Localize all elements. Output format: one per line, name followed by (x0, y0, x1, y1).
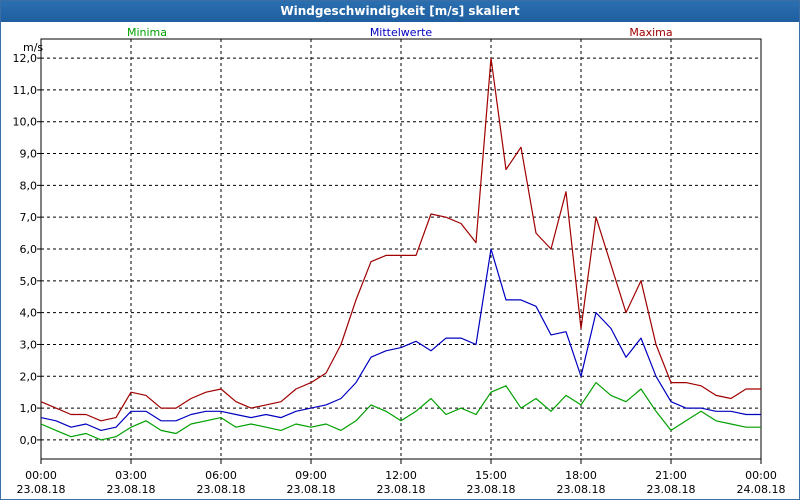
x-tick-label-date: 23.08.18 (287, 483, 336, 496)
y-tick-label: 4,0 (20, 307, 38, 320)
chart-area: 0,0 1,0 2,0 3,0 4,0 5,0 6,0 7,0 8,0 9,0 10,0 11,0 12… (13, 26, 786, 496)
y-tick-label: 9,0 (20, 148, 38, 161)
y-tick-label: 1,0 (20, 402, 38, 415)
x-tick-label-date: 23.08.18 (647, 483, 696, 496)
x-tick-label-time: 15:00 (475, 469, 507, 482)
x-tick-label-date: 23.08.18 (557, 483, 606, 496)
x-tick-label-time: 09:00 (295, 469, 327, 482)
y-tick-label: 2,0 (20, 370, 38, 383)
x-tick-label-date: 23.08.18 (377, 483, 426, 496)
y-tick-label: 0,0 (20, 434, 38, 447)
y-tick-label: 8,0 (20, 179, 38, 192)
y-tick-label: 6,0 (20, 243, 38, 256)
x-tick-label-date: 23.08.18 (197, 483, 246, 496)
x-tick-label-date: 24.08.18 (737, 483, 786, 496)
y-tick-label: 11,0 (13, 84, 38, 97)
x-tick-label-time: 18:00 (565, 469, 597, 482)
x-tick-label-date: 23.08.18 (107, 483, 156, 496)
legend-maxima: Maxima (629, 26, 672, 39)
x-tick-label-date: 23.08.18 (467, 483, 516, 496)
x-tick-label-time: 00:00 (25, 469, 57, 482)
x-tick-label-time: 00:00 (745, 469, 777, 482)
chart-window: Windgeschwindigkeit [m/s] skaliert 0,0 1,… (0, 0, 800, 500)
x-tick-label-time: 03:00 (115, 469, 147, 482)
x-tick-label-date: 23.08.18 (17, 483, 66, 496)
legend-mittelwerte: Mittelwerte (370, 26, 433, 39)
y-tick-label: 5,0 (20, 275, 38, 288)
y-tick-label: 12,0 (13, 52, 38, 65)
x-tick-label-time: 12:00 (385, 469, 417, 482)
y-tick-label: 7,0 (20, 211, 38, 224)
x-tick-label-time: 06:00 (205, 469, 237, 482)
y-tick-label: 3,0 (20, 338, 38, 351)
y-axis-label: m/s (23, 41, 43, 54)
y-tick-label: 10,0 (13, 116, 38, 129)
x-tick-label-time: 21:00 (655, 469, 687, 482)
legend-minima: Minima (127, 26, 167, 39)
chart-title: Windgeschwindigkeit [m/s] skaliert (1, 1, 799, 22)
